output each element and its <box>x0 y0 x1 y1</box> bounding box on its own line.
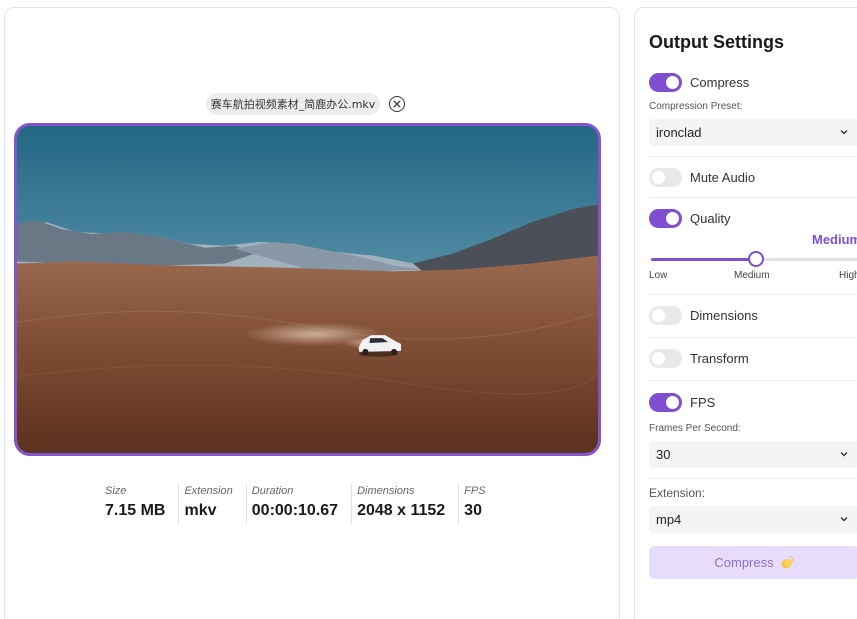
meta-value: mkv <box>184 502 217 519</box>
transform-label: Transform <box>690 351 749 366</box>
meta-label: FPS <box>464 485 486 497</box>
quality-tick-high: High <box>839 270 857 281</box>
meta-value: 30 <box>464 502 482 519</box>
fps-select[interactable]: 30 <box>649 441 857 468</box>
file-name-chip: 赛车航拍视频素材_简鹿办公.mkv <box>206 93 380 115</box>
meta-value: 7.15 MB <box>105 502 166 519</box>
preset-select[interactable]: ironclad <box>649 119 857 146</box>
quality-current-value: Medium <box>812 232 857 247</box>
dimensions-toggle[interactable] <box>649 306 682 325</box>
divider <box>649 294 857 295</box>
meta-value: 00:00:10.67 <box>251 502 339 519</box>
meta-label: Duration <box>251 485 294 497</box>
quality-label: Quality <box>690 211 731 226</box>
file-name: 赛车航拍视频素材_简鹿办公.mkv <box>210 98 376 111</box>
fps-toggle-row[interactable]: FPS <box>649 393 715 412</box>
dimensions-label: Dimensions <box>690 308 758 323</box>
meta-size: Size 7.15 MB <box>100 484 178 524</box>
extension-value: mp4 <box>656 512 682 527</box>
file-metadata: Size 7.15 MB Extension mkv Duration 00:0… <box>100 484 499 524</box>
extension-label: Extension: <box>649 486 706 500</box>
chevron-down-icon <box>840 452 848 457</box>
divider <box>649 478 857 479</box>
fps-value: 30 <box>656 447 671 462</box>
compress-button-label: Compress <box>714 555 774 570</box>
meta-dimensions: Dimensions 2048 x 1152 <box>351 484 458 524</box>
transform-toggle[interactable] <box>649 349 682 368</box>
mute-audio-toggle[interactable] <box>649 168 682 187</box>
dimensions-toggle-row[interactable]: Dimensions <box>649 306 758 325</box>
video-thumbnail <box>17 126 598 453</box>
extension-select[interactable]: mp4 <box>649 506 857 533</box>
compress-toggle-row[interactable]: Compress <box>649 73 749 92</box>
divider <box>649 337 857 338</box>
quality-toggle-row[interactable]: Quality <box>649 209 730 228</box>
meta-label: Size <box>105 485 127 497</box>
settings-title: Output Settings <box>649 32 784 52</box>
mute-toggle-row[interactable]: Mute Audio <box>649 168 755 187</box>
divider <box>649 197 857 198</box>
compress-toggle[interactable] <box>649 73 682 92</box>
transform-toggle-row[interactable]: Transform <box>649 349 749 368</box>
quality-tick-medium: Medium <box>734 270 770 281</box>
fps-label: FPS <box>690 395 716 410</box>
output-settings-panel: Output Settings Compress Compression Pre… <box>634 7 857 619</box>
quality-slider-thumb[interactable] <box>748 251 764 267</box>
chevron-down-icon <box>840 517 848 522</box>
meta-duration: Duration 00:00:10.67 <box>245 484 351 524</box>
preset-label: Compression Preset: <box>649 101 743 112</box>
quality-toggle[interactable] <box>649 209 682 228</box>
divider <box>649 156 857 157</box>
compress-button[interactable]: Compress <box>649 546 857 579</box>
circle-x-icon[interactable] <box>389 96 405 112</box>
meta-label: Dimensions <box>357 485 415 497</box>
mute-audio-label: Mute Audio <box>690 170 756 185</box>
meta-value: 2048 x 1152 <box>357 502 446 519</box>
meta-label: Extension <box>184 485 233 497</box>
preset-value: ironclad <box>656 125 702 140</box>
fps-toggle[interactable] <box>649 393 682 412</box>
quality-slider-fill <box>651 258 756 261</box>
chevron-down-icon <box>840 130 848 135</box>
video-preview[interactable] <box>14 123 601 456</box>
divider <box>649 380 857 381</box>
fps-field-label: Frames Per Second: <box>649 423 741 434</box>
quality-tick-low: Low <box>649 270 668 281</box>
clapping-hands-icon <box>781 555 794 568</box>
meta-fps: FPS 30 <box>458 484 498 524</box>
compress-label: Compress <box>690 75 750 90</box>
meta-extension: Extension mkv <box>178 484 245 524</box>
